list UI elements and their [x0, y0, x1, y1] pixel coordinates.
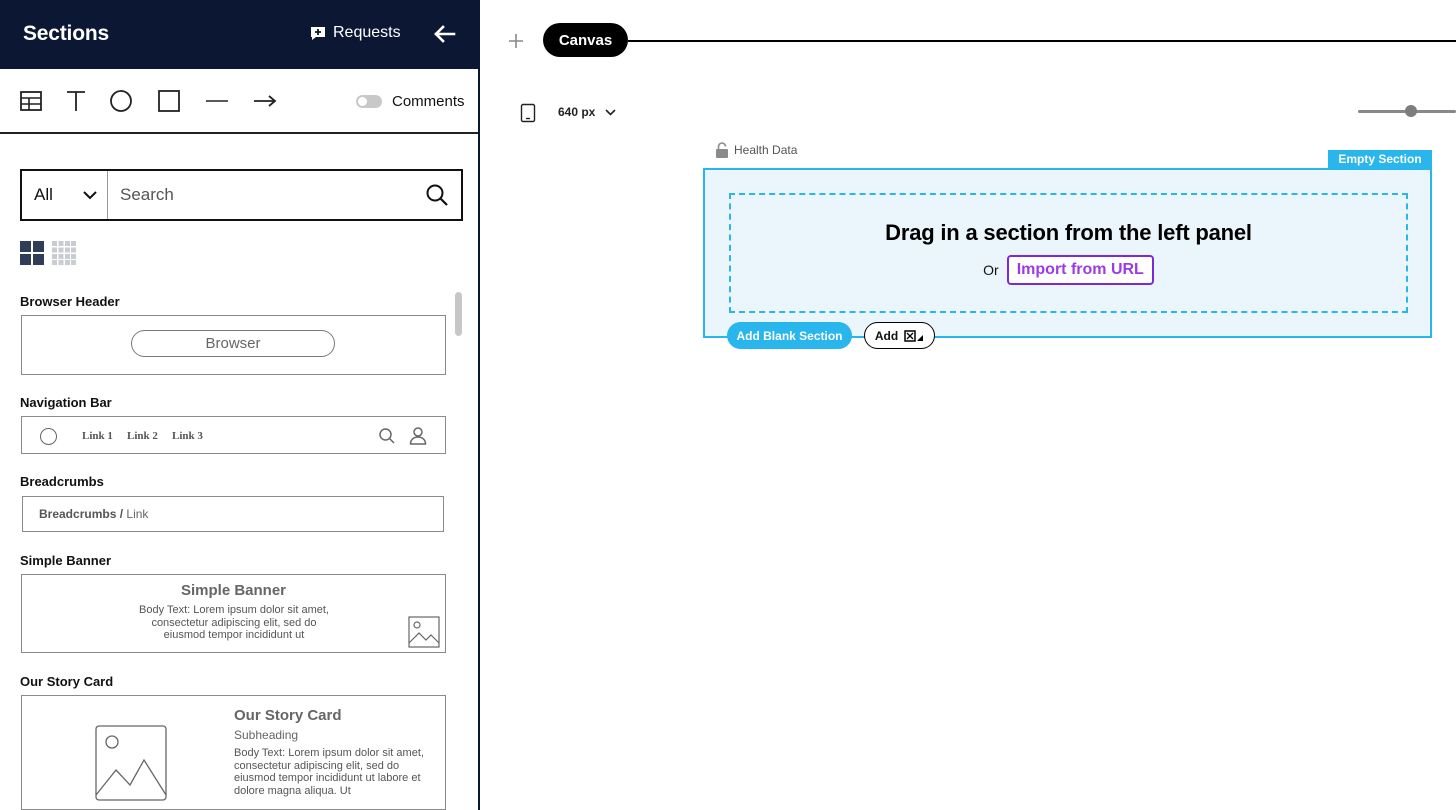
tablet-icon[interactable]	[520, 103, 536, 123]
canvas-width-select[interactable]: 640 px	[558, 105, 616, 119]
sections-panel: Sections Requests Comments All Search Br…	[0, 0, 480, 810]
section-card-simple-banner[interactable]: Simple Banner Body Text: Lorem ipsum dol…	[21, 574, 446, 653]
image-placeholder-icon	[408, 616, 440, 648]
section-name-label: Health Data	[715, 142, 797, 158]
section-label: Our Story Card	[20, 674, 114, 689]
section-drop-zone[interactable]: Drag in a section from the left panel Or…	[729, 193, 1408, 313]
breadcrumb-separator: /	[119, 507, 124, 521]
arrow-icon[interactable]	[252, 88, 278, 114]
tab-canvas[interactable]: Canvas	[543, 23, 628, 57]
breadcrumb-current: Breadcrumbs	[39, 507, 117, 521]
section-card-navigation-bar[interactable]: Link 1 Link 2 Link 3	[21, 416, 446, 454]
section-card-browser-header[interactable]: Browser	[21, 315, 446, 375]
scrollbar-thumb[interactable]	[455, 292, 462, 336]
section-label: Browser Header	[20, 294, 120, 309]
line-icon[interactable]	[204, 88, 230, 114]
drop-instructions: Drag in a section from the left panel	[885, 220, 1252, 245]
toggle-switch[interactable]	[356, 95, 382, 108]
empty-section-badge: Empty Section	[1328, 150, 1432, 168]
add-blank-section-button[interactable]: Add Blank Section	[727, 322, 852, 349]
image-placeholder-icon	[95, 725, 167, 801]
chevron-down-icon	[605, 108, 616, 116]
story-title: Our Story Card	[234, 707, 342, 724]
category-filter-select[interactable]: All	[22, 171, 108, 219]
search-bar: All	[20, 169, 463, 221]
section-label: Simple Banner	[20, 553, 112, 568]
section-label: Navigation Bar	[20, 395, 112, 410]
user-icon	[409, 427, 427, 445]
breadcrumb-link: Link	[126, 507, 149, 521]
arrow-left-icon[interactable]	[432, 24, 456, 44]
chevron-down-icon	[83, 190, 97, 199]
panel-header: Sections Requests	[0, 0, 478, 69]
comments-label: Comments	[392, 93, 465, 110]
section-name: Health Data	[734, 143, 798, 157]
request-icon	[311, 26, 325, 40]
search-icon	[426, 184, 448, 206]
add-label: Add	[874, 328, 899, 343]
app-window: Sections Requests Comments All Search Br…	[0, 0, 1456, 810]
import-from-url-button[interactable]: Import from URL	[1006, 255, 1154, 285]
nav-link: Link 3	[172, 430, 203, 442]
circle-icon[interactable]	[108, 88, 134, 114]
table-icon[interactable]	[18, 88, 44, 114]
add-element-icon	[904, 329, 924, 342]
text-icon[interactable]	[63, 88, 89, 114]
small-grid-view-icon[interactable]	[52, 241, 76, 265]
canvas-section[interactable]: Drag in a section from the left panel Or…	[703, 168, 1432, 338]
nav-link: Link 2	[127, 430, 158, 442]
plus-icon[interactable]	[506, 31, 526, 51]
story-subheading: Subheading	[234, 728, 299, 742]
nav-link: Link 1	[82, 430, 113, 442]
search-button[interactable]	[413, 171, 461, 219]
comments-toggle[interactable]: Comments	[356, 93, 465, 110]
story-body: Body Text: Lorem ipsum dolor sit amet, c…	[234, 747, 424, 797]
tab-divider	[628, 40, 1456, 42]
large-grid-view-icon[interactable]	[20, 241, 44, 265]
browser-pill: Browser	[131, 330, 335, 357]
section-card-breadcrumbs[interactable]: Breadcrumbs / Link	[22, 496, 444, 532]
breadcrumb-preview: Breadcrumbs / Link	[39, 507, 148, 521]
zoom-slider-handle[interactable]	[1405, 105, 1417, 117]
logo-circle	[40, 428, 57, 445]
requests-label: Requests	[333, 24, 401, 41]
section-label: Breadcrumbs	[20, 474, 104, 489]
filter-value: All	[34, 185, 53, 204]
section-card-our-story[interactable]: Our Story Card Subheading Body Text: Lor…	[21, 695, 446, 810]
search-icon	[379, 428, 395, 444]
panel-title: Sections	[23, 22, 109, 45]
canvas-width-value: 640 px	[558, 105, 596, 119]
or-text: Or	[983, 262, 999, 278]
add-button[interactable]: Add	[864, 322, 935, 349]
requests-button[interactable]: Requests	[310, 24, 401, 42]
rectangle-icon[interactable]	[156, 88, 182, 114]
import-row: Or Import from URL	[731, 255, 1406, 285]
search-input[interactable]	[108, 171, 413, 219]
unlock-icon[interactable]	[715, 142, 729, 158]
banner-title: Simple Banner	[180, 582, 287, 599]
shape-toolbar: Comments	[0, 69, 478, 134]
banner-body: Body Text: Lorem ipsum dolor sit amet, c…	[139, 604, 329, 641]
